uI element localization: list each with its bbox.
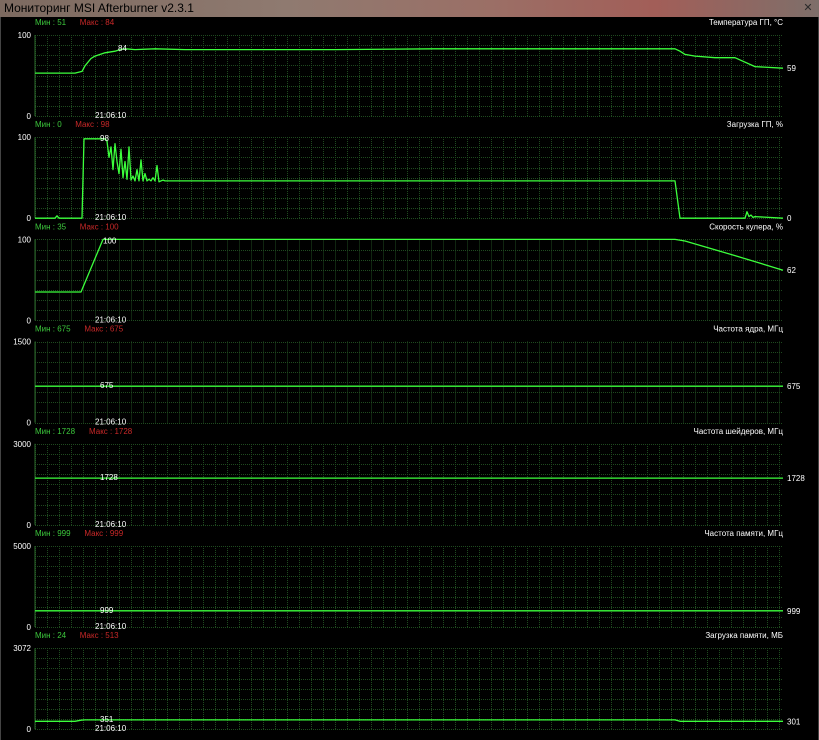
time-label: 21:06:10 [95, 418, 127, 427]
y-min-label: 0 [27, 316, 32, 325]
graph-title: Скорость кулера, % [709, 222, 783, 231]
y-min-label: 0 [27, 521, 32, 530]
min-label: Мин : 35 [35, 222, 67, 231]
peak-value-label: 84 [118, 44, 127, 53]
time-label: 21:06:10 [95, 520, 127, 529]
graph-grid [35, 546, 783, 628]
graph-title: Частота ядра, МГц [713, 325, 783, 334]
monitoring-graphs: Мин : 51 Макс : 84 Температура ГП, °C 100 0 2… [13, 18, 805, 734]
series-line [35, 719, 783, 722]
graph-panel-5: Мин : 1728 Макс : 1728 Частота шейдеров, М… [13, 427, 805, 530]
window-title: Мониторинг MSI Afterburner v2.3.1 [4, 1, 194, 15]
max-label: Макс : 84 [80, 18, 115, 27]
y-max-label: 100 [18, 133, 32, 142]
y-max-label: 100 [18, 31, 32, 40]
graph-panel-1: Мин : 51 Макс : 84 Температура ГП, °C 100 0 2… [18, 18, 797, 121]
time-label: 21:06:10 [95, 622, 127, 631]
graph-title: Загрузка памяти, МБ [705, 631, 783, 640]
y-min-label: 0 [27, 725, 32, 734]
max-label: Макс : 675 [84, 325, 123, 334]
graph-title: Температура ГП, °C [709, 18, 783, 27]
graph-panel-4: Мин : 675 Макс : 675 Частота ядра, МГц 1500… [13, 325, 801, 428]
y-max-label: 3072 [13, 644, 31, 653]
graph-panel-7: Мин : 24 Макс : 513 Загрузка памяти, МБ 307… [13, 631, 801, 734]
min-label: Мин : 24 [35, 631, 67, 640]
series-line [35, 48, 784, 74]
current-value-label: 62 [787, 266, 796, 275]
graph-grid [35, 443, 783, 526]
max-label: Макс : 98 [75, 120, 110, 129]
y-max-label: 3000 [13, 440, 31, 449]
max-label: Макс : 999 [84, 529, 123, 538]
graph-grid [35, 239, 783, 321]
current-value-label: 1728 [787, 474, 805, 483]
peak-value-label: 999 [100, 606, 114, 615]
current-value-label: 59 [787, 64, 796, 73]
min-label: Мин : 1728 [35, 427, 76, 436]
time-label: 21:06:10 [95, 724, 127, 733]
y-max-label: 100 [18, 235, 32, 244]
peak-value-label: 100 [103, 236, 117, 245]
max-label: Макс : 100 [80, 222, 119, 231]
graph-title: Частота шейдеров, МГц [694, 427, 784, 436]
current-value-label: 0 [787, 214, 792, 223]
y-min-label: 0 [27, 623, 32, 632]
max-label: Макс : 513 [80, 631, 119, 640]
graph-grid [35, 648, 783, 730]
graph-panel-2: Мин : 0 Макс : 98 Загрузка ГП, % 100 0 21:06:… [18, 120, 792, 223]
current-value-label: 675 [787, 382, 801, 391]
graph-grid [35, 35, 783, 117]
peak-value-label: 1728 [100, 473, 118, 482]
window-titlebar[interactable]: Мониторинг MSI Afterburner v2.3.1 ✕ [0, 0, 819, 18]
min-label: Мин : 51 [35, 18, 67, 27]
graph-grid [35, 137, 783, 219]
time-label: 21:06:10 [95, 111, 127, 120]
min-label: Мин : 999 [35, 529, 71, 538]
time-label: 21:06:10 [95, 213, 127, 222]
max-label: Макс : 1728 [89, 427, 133, 436]
graph-panel-3: Мин : 35 Макс : 100 Скорость кулера, % 100 0… [18, 222, 797, 325]
graph-grid [35, 341, 783, 424]
graph-title: Загрузка ГП, % [727, 120, 783, 129]
peak-value-label: 351 [100, 715, 114, 724]
y-min-label: 0 [27, 112, 32, 121]
close-icon: ✕ [803, 2, 813, 14]
time-label: 21:06:10 [95, 315, 127, 324]
min-label: Мин : 0 [35, 120, 62, 129]
y-max-label: 1500 [13, 338, 31, 347]
peak-value-label: 98 [100, 134, 109, 143]
y-min-label: 0 [27, 419, 32, 428]
y-min-label: 0 [27, 214, 32, 223]
min-label: Мин : 675 [35, 325, 71, 334]
close-button[interactable]: ✕ [801, 2, 815, 14]
graph-panel-6: Мин : 999 Макс : 999 Частота памяти, МГц 50… [13, 529, 801, 632]
current-value-label: 301 [787, 717, 801, 726]
peak-value-label: 675 [100, 381, 114, 390]
current-value-label: 999 [787, 607, 801, 616]
y-max-label: 5000 [13, 542, 31, 551]
graph-title: Частота памяти, МГц [704, 529, 783, 538]
series-line [35, 238, 784, 293]
